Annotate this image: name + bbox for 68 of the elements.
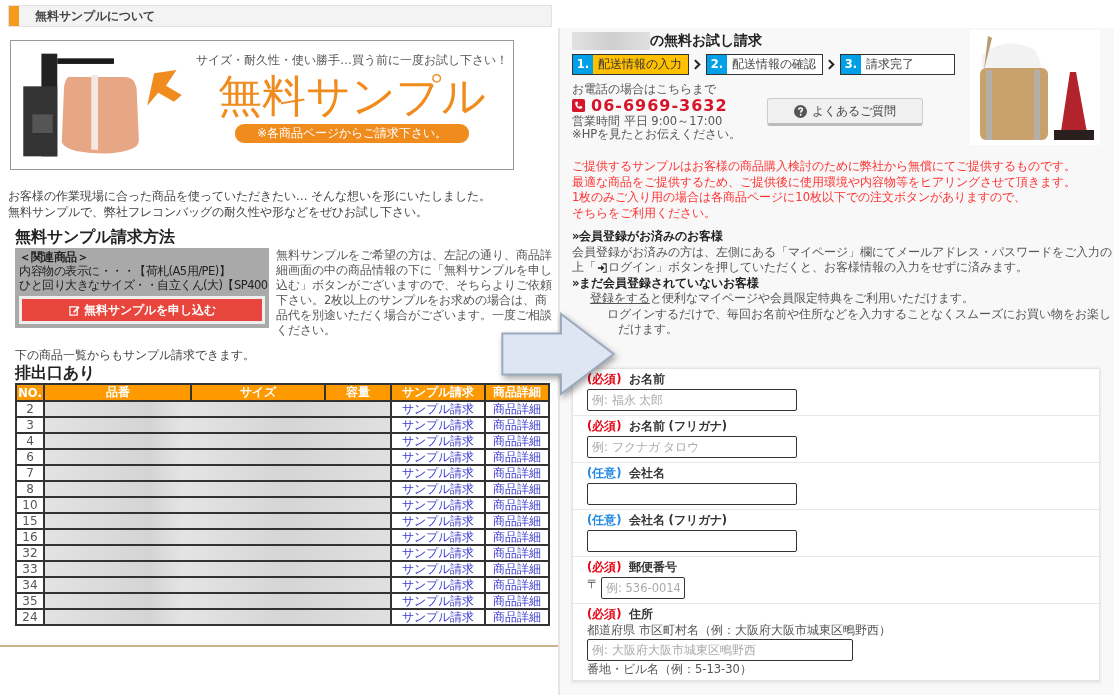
phone-number: 06-6969-3632 [591, 96, 728, 115]
field-label: お名前 (フリガナ) [628, 418, 728, 433]
business-hours: 営業時間 平日 9:00～17:00 [572, 115, 724, 128]
faq-button[interactable]: よくあるご質問 [767, 98, 924, 126]
notice-text: そちらをご利用ください。 [572, 205, 717, 221]
members-text: 上「 [572, 260, 596, 276]
login-icon [597, 262, 607, 273]
field-label: 住所 [628, 606, 653, 621]
table-heading: 排出口あり [15, 363, 96, 383]
input-field[interactable]: 例: 福永 太郎 [587, 388, 797, 411]
guests-text: ログインするだけで、毎回お名前や住所などを入力することなくスムーズにお買い物をお楽し [606, 306, 1112, 322]
list-note: 下の商品一覧からもサンプル請求できます。 [15, 348, 256, 363]
members-text: 会員登録がお済みの方は、左側にある「マイページ」欄にてメールアドレス・パスワードをご入力の [572, 244, 1113, 260]
column-header: 容量 [325, 384, 391, 401]
section-heading: 無料サンプル請求方法 [15, 227, 176, 247]
postal-mark: 〒 [587, 576, 599, 592]
banner-note: ※各商品ページからご請求下さい。 [234, 124, 470, 143]
guests-heading: »まだ会員登録されていないお客様 [572, 275, 761, 291]
field-tag: (任意) [587, 465, 622, 480]
members-heading: »会員登録がお済みのお客様 [572, 229, 725, 245]
phone-icon [572, 99, 585, 112]
field-label: お名前 [628, 371, 665, 386]
column-header: サンプル請求 [391, 384, 486, 401]
example-text: 内容物の表示に・・・【荷札(A5用/PE)】 [19, 264, 232, 278]
banner-headline: 無料サンプル [218, 69, 486, 123]
chevron-icon [828, 59, 835, 70]
field-hint: 都道府県 市区町村名（例：大阪府大阪市城東区鴫野西） [587, 622, 892, 637]
step-indicator: 3. 請求完了 [840, 54, 955, 75]
field-tag: (必須) [587, 559, 622, 574]
guests-text: だけます。 [617, 322, 679, 338]
phone-note: ※HPを見たとお伝えください。 [572, 128, 742, 141]
column-header: サイズ [191, 384, 325, 401]
example-text: ＜関連商品＞ [19, 250, 89, 264]
phone-label: お電話の場合はこちらまで [572, 83, 717, 96]
column-header: 商品詳細 [485, 384, 549, 401]
guests-text: と便利なマイページや会員限定特典をご利用いただけます。 [650, 291, 974, 307]
page-title: の無料お試し請求 [650, 32, 762, 50]
section-title: 無料サンプルについて [35, 7, 155, 25]
column-header: 品番 [44, 384, 191, 401]
input-field[interactable] [587, 529, 797, 552]
input-field[interactable]: 例: フクナガ タロウ [587, 435, 797, 458]
input-field[interactable] [587, 482, 797, 505]
field-tag: (必須) [587, 371, 622, 386]
edit-icon [68, 304, 80, 316]
register-link[interactable]: 登録をする [590, 291, 650, 307]
input-field[interactable]: 例: 536-0014 [601, 576, 685, 599]
field-label: 郵便番号 [628, 559, 677, 574]
notice-text: 最適な商品をご提供するため、ご提供後に使用環境や内容物等をヒアリングさせて頂きます。 [572, 174, 1077, 190]
field-tag: (必須) [587, 606, 622, 621]
intro-text: 無料サンプルで、弊社フレコンバッグの耐久性や形などをぜひお試し下さい。 [8, 204, 429, 220]
question-icon [794, 104, 808, 118]
notice-text: 1枚のみご入り用の場合は各商品ページに10枚以下での注文ボタンがありますので、 [572, 190, 1027, 206]
field-tag: (必須) [587, 418, 622, 433]
field-label: 会社名 [628, 465, 665, 480]
chevron-icon [694, 59, 701, 70]
field-label: 会社名 (フリガナ) [628, 512, 728, 527]
instruction-text: 無料サンプルをご希望の方は、左記の通り、商品詳細画面の中の商品情報の下に「無料サンプルを申し込む」ボタンがございますので、そちらよりご依頼下さい。2枚以上のサンプルをお求めの場合は、商品代を別途いただく場合がございます。一度ご相談ください。 [276, 248, 553, 338]
step-indicator: 2. 配送情報の確認 [706, 54, 823, 75]
notice-text: ご提供するサンプルはお客様の商品購入検討のために弊社から無償にてご提供するものです。 [572, 159, 1077, 175]
members-text: ログイン」ボタンを押していただくと、お客様情報の入力をせずに済みます。 [608, 260, 1028, 276]
field-hint: 番地・ビル名（例：5-13-30） [587, 661, 753, 676]
intro-text: お客様の作業現場に合った商品を使っていただきたい… そんな想いを形にいたしました。 [8, 188, 493, 204]
field-tag: (任意) [587, 512, 622, 527]
input-field[interactable]: 例: 大阪府大阪市城東区鴫野西 [587, 638, 853, 661]
section-marker [9, 6, 19, 26]
step-indicator: 1. 配送情報の入力 [572, 54, 689, 75]
column-header: NO. [16, 384, 44, 401]
banner-tagline: サイズ・耐久性・使い勝手…買う前に一度お試し下さい！ [196, 53, 508, 68]
